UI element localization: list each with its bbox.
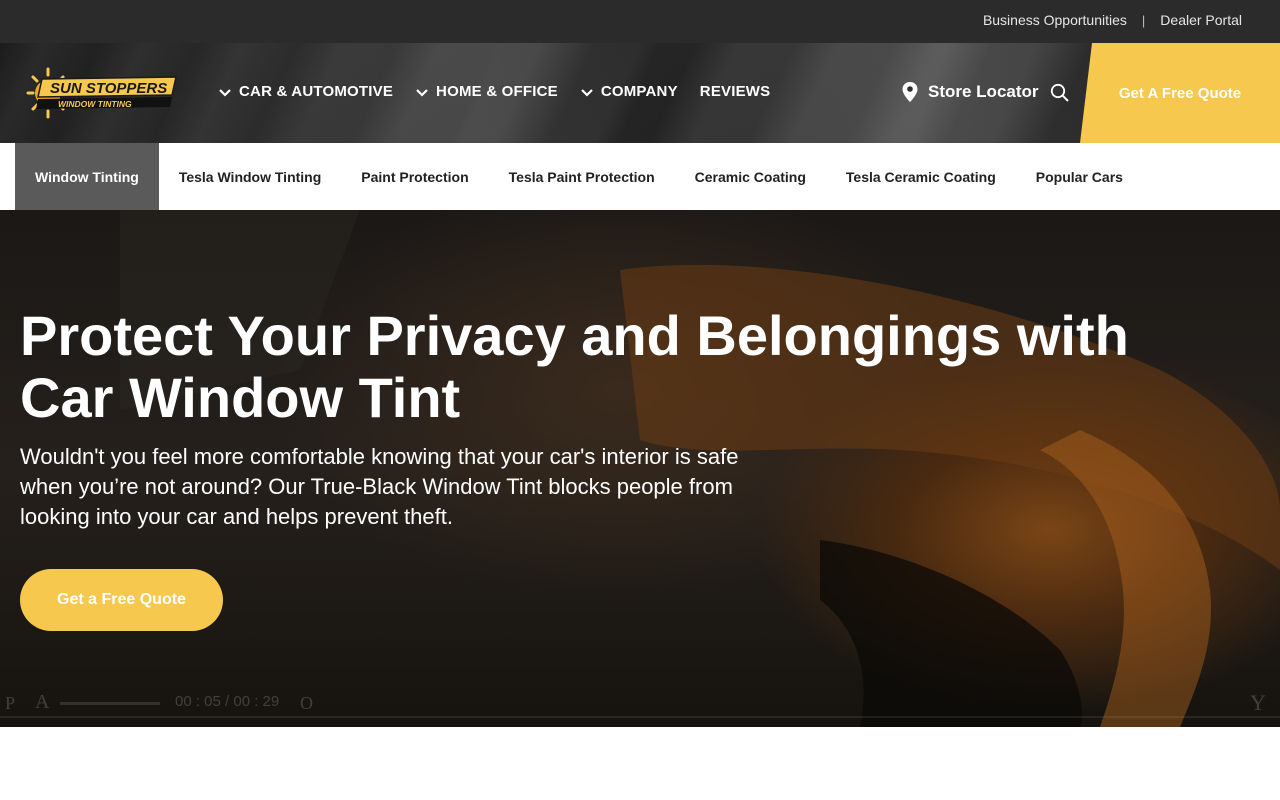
nav-label: COMPANY — [600, 83, 678, 100]
audio-icon[interactable]: A — [35, 691, 49, 714]
svg-text:SUN STOPPERS: SUN STOPPERS — [50, 80, 167, 97]
nav-car-automotive[interactable]: CAR & AUTOMOTIVE — [218, 83, 393, 100]
options-icon[interactable]: O — [300, 693, 313, 714]
tab-popular-cars[interactable]: Popular Cars — [1016, 143, 1143, 210]
tab-window-tinting[interactable]: Window Tinting — [15, 143, 159, 210]
utility-links: Business Opportunities | Dealer Portal — [983, 12, 1242, 28]
map-pin-icon — [902, 82, 918, 102]
chevron-down-icon — [416, 88, 428, 97]
store-locator-label: Store Locator — [928, 82, 1039, 101]
get-free-quote-button[interactable]: Get A Free Quote — [1080, 43, 1280, 143]
tab-tesla-ceramic-coating[interactable]: Tesla Ceramic Coating — [826, 143, 1016, 210]
main-navigation: CAR & AUTOMOTIVE HOME & OFFICE COMPANY R… — [218, 83, 792, 100]
nav-home-office[interactable]: HOME & OFFICE — [415, 83, 558, 100]
utility-separator: | — [1141, 12, 1146, 28]
service-subnav: Window Tinting Tesla Window Tinting Pain… — [0, 143, 1280, 210]
subnav-tabs: Window Tinting Tesla Window Tinting Pain… — [15, 143, 1143, 210]
chevron-down-icon — [219, 88, 231, 97]
nav-label: REVIEWS — [699, 83, 771, 100]
store-locator-link[interactable]: Store Locator — [902, 82, 1039, 102]
sun-stoppers-logo[interactable]: SUN STOPPERS WINDOW TINTING — [26, 65, 178, 121]
fullscreen-icon[interactable]: Y — [1250, 690, 1266, 716]
svg-text:WINDOW TINTING: WINDOW TINTING — [58, 99, 132, 109]
hero-title: Protect Your Privacy and Belongings with… — [20, 304, 1129, 429]
tab-tesla-paint-protection[interactable]: Tesla Paint Protection — [489, 143, 675, 210]
business-opportunities-link[interactable]: Business Opportunities — [983, 12, 1127, 28]
tab-ceramic-coating[interactable]: Ceramic Coating — [675, 143, 826, 210]
video-progress-bar[interactable] — [0, 716, 1280, 718]
nav-company[interactable]: COMPANY — [580, 83, 678, 100]
search-icon[interactable] — [1050, 83, 1070, 103]
play-icon[interactable]: P — [5, 693, 15, 714]
hero-section: Protect Your Privacy and Belongings with… — [0, 210, 1280, 727]
volume-slider[interactable] — [60, 702, 160, 705]
hero-get-free-quote-button[interactable]: Get a Free Quote — [20, 569, 223, 631]
chevron-down-icon — [581, 88, 593, 97]
hero-description: Wouldn't you feel more comfortable knowi… — [20, 444, 739, 529]
dealer-portal-link[interactable]: Dealer Portal — [1160, 12, 1242, 28]
main-header: SUN STOPPERS WINDOW TINTING CAR & AUTOMO… — [0, 43, 1280, 143]
nav-label: CAR & AUTOMOTIVE — [239, 83, 394, 100]
nav-reviews[interactable]: REVIEWS — [700, 83, 771, 100]
video-controls: P A 00 : 05 / 00 : 29 O Y — [0, 688, 1280, 718]
tab-tesla-window-tinting[interactable]: Tesla Window Tinting — [159, 143, 341, 210]
tab-paint-protection[interactable]: Paint Protection — [341, 143, 488, 210]
video-time: 00 : 05 / 00 : 29 — [175, 693, 280, 710]
utility-bar: Business Opportunities | Dealer Portal — [0, 0, 1280, 43]
nav-label: HOME & OFFICE — [436, 83, 558, 100]
